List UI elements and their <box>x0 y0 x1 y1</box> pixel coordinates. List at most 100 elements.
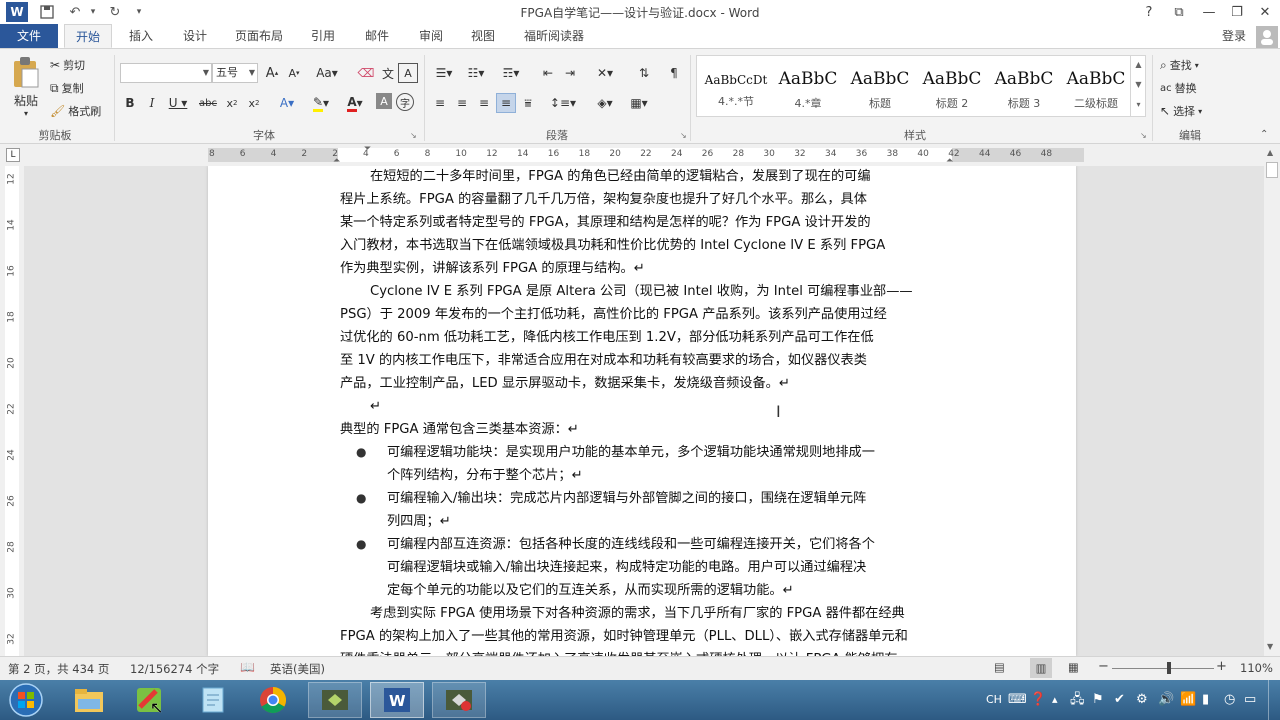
tool-icon[interactable]: ⚙ <box>1136 680 1148 720</box>
superscript-icon[interactable]: x2 <box>244 93 264 113</box>
battery-icon[interactable]: ▮ <box>1202 680 1209 720</box>
cut-button[interactable]: ✂ 剪切 <box>50 57 85 73</box>
style-item[interactable]: AaBbC 标题 2 <box>916 59 988 119</box>
zoom-slider-track[interactable] <box>1112 668 1214 669</box>
app2-icon[interactable] <box>432 682 486 718</box>
char-border-icon[interactable]: A <box>398 63 418 83</box>
style-item[interactable]: AaBbC 二级标题 <box>1060 59 1132 119</box>
zoom-out-button[interactable]: − <box>1098 659 1109 674</box>
styles-scroll[interactable]: ▲ ▼ ▾ <box>1130 55 1146 117</box>
style-item[interactable]: AaBbCcDt 4.*.*节 <box>700 59 772 119</box>
chinese-layout-icon[interactable]: ✕▾ <box>590 63 620 83</box>
numbering-icon[interactable]: ☷▾ <box>462 63 490 83</box>
shrink-font-icon[interactable]: A ▾ <box>284 63 304 83</box>
avatar[interactable] <box>1256 26 1278 48</box>
select-button[interactable]: ↖ 选择 ▾ <box>1160 103 1202 119</box>
tab-review[interactable]: 审阅 <box>408 24 454 48</box>
styles-dialog-launcher-icon[interactable]: ↘ <box>1140 131 1147 140</box>
word-icon[interactable]: W <box>370 682 424 718</box>
ime-indicator[interactable]: CH <box>986 680 1002 720</box>
word-count[interactable]: 12/156274 个字 <box>130 661 219 677</box>
tab-file[interactable]: 文件 <box>0 24 58 48</box>
tab-view[interactable]: 视图 <box>460 24 506 48</box>
clear-format-icon[interactable]: ⌫ <box>356 63 376 83</box>
style-item[interactable]: AaBbC 4.*章 <box>772 59 844 119</box>
document-page[interactable]: 在短短的二十多年时间里，FPGA 的角色已经由简单的逻辑粘合，发展到了现在的可编… <box>208 166 1076 656</box>
chrome-icon[interactable] <box>246 682 300 718</box>
tab-selector-icon[interactable]: L <box>6 148 20 162</box>
read-mode-icon[interactable]: ▤ <box>994 660 1005 674</box>
paste-button[interactable]: 粘贴 ▾ <box>8 55 44 118</box>
zoom-slider-thumb[interactable] <box>1167 662 1171 674</box>
font-size-combo[interactable]: 五号 ▼ <box>212 63 258 83</box>
keyboard-icon[interactable]: ⌨ <box>1008 680 1027 720</box>
collapse-ribbon-icon[interactable]: ⌃ <box>1260 129 1268 140</box>
style-item[interactable]: AaBbC 标题 3 <box>988 59 1060 119</box>
app-icon[interactable] <box>308 682 362 718</box>
scroll-down-icon[interactable]: ▼ <box>1267 642 1273 651</box>
decrease-indent-icon[interactable]: ⇤ <box>538 63 558 83</box>
paint-icon[interactable] <box>122 682 176 718</box>
line-spacing-icon[interactable]: ↕≡▾ <box>548 93 578 113</box>
scrollbar-thumb[interactable] <box>1266 162 1278 178</box>
expand-tray-icon[interactable]: ▴ <box>1052 680 1058 720</box>
scroll-up-icon[interactable]: ▲ <box>1267 148 1273 157</box>
vertical-ruler[interactable]: 12 14 16 18 20 22 24 26 28 30 32 <box>0 166 24 656</box>
vertical-scrollbar[interactable]: ▲ ▼ <box>1264 144 1280 656</box>
strikethrough-icon[interactable]: abc <box>196 93 220 113</box>
change-case-icon[interactable]: Aa▾ <box>312 63 342 83</box>
font-color-icon[interactable]: A ▾ <box>340 93 370 113</box>
paragraph-dialog-launcher-icon[interactable]: ↘ <box>680 131 687 140</box>
enclose-char-icon[interactable]: 字 <box>396 93 414 111</box>
tab-references[interactable]: 引用 <box>300 24 346 48</box>
notepad-icon[interactable] <box>186 682 240 718</box>
action-center-icon[interactable]: ▭ <box>1244 680 1256 720</box>
show-desktop-button[interactable] <box>1268 680 1280 720</box>
wifi-icon[interactable]: 📶 <box>1180 680 1196 720</box>
distributed-icon[interactable]: ⩸ <box>518 93 538 113</box>
page-count[interactable]: 第 2 页，共 434 页 <box>8 661 109 677</box>
bullets-icon[interactable]: ☰▾ <box>430 63 458 83</box>
borders-icon[interactable]: ▦▾ <box>624 93 654 113</box>
security-icon[interactable]: ✔ <box>1114 680 1125 720</box>
minimize-button[interactable]: — <box>1194 0 1224 24</box>
highlight-icon[interactable]: ✎ ▾ <box>306 93 336 113</box>
sort-icon[interactable]: ⇅ <box>634 63 654 83</box>
clock-icon[interactable]: ◷ <box>1224 680 1235 720</box>
tab-foxit-reader[interactable]: 福昕阅读器 <box>514 24 594 48</box>
document-area[interactable]: 在短短的二十多年时间里，FPGA 的角色已经由简单的逻辑粘合，发展到了现在的可编… <box>24 166 1264 656</box>
copy-button[interactable]: ⧉ 复制 <box>50 80 84 96</box>
zoom-in-button[interactable]: + <box>1216 659 1227 674</box>
restore-button[interactable]: ❐ <box>1222 0 1252 24</box>
sign-in-link[interactable]: 登录 <box>1216 24 1252 48</box>
tab-home[interactable]: 开始 <box>64 24 112 48</box>
close-button[interactable]: ✕ <box>1250 0 1280 24</box>
tab-mailings[interactable]: 邮件 <box>354 24 400 48</box>
help-button[interactable]: ? <box>1134 0 1164 24</box>
find-button[interactable]: ⌕ 查找 ▾ <box>1160 57 1199 73</box>
char-shading-icon[interactable]: A <box>376 93 392 109</box>
paste-dropdown-icon[interactable]: ▾ <box>8 109 44 118</box>
increase-indent-icon[interactable]: ⇥ <box>560 63 580 83</box>
tab-page-layout[interactable]: 页面布局 <box>226 24 292 48</box>
help-tray-icon[interactable]: ❓ <box>1030 680 1046 720</box>
proofing-icon[interactable]: 📖 <box>240 660 255 674</box>
show-marks-icon[interactable]: ¶ <box>664 63 684 83</box>
format-painter-button[interactable]: 🖌 格式刷 <box>50 103 101 119</box>
italic-icon[interactable]: I <box>142 93 162 113</box>
subscript-icon[interactable]: x2 <box>222 93 242 113</box>
start-icon[interactable] <box>0 682 52 718</box>
zoom-level[interactable]: 110% <box>1240 661 1273 675</box>
horizontal-ruler[interactable]: L 8 6 4 2 2 4 6 8 10 12 14 16 18 20 22 24 26 28 30 32 34 36 38… <box>0 144 1280 166</box>
bold-icon[interactable]: B <box>120 93 140 113</box>
underline-icon[interactable]: U ▾ <box>164 93 192 113</box>
language-indicator[interactable]: 英语(美国) <box>270 661 325 677</box>
ribbon-display-button[interactable]: ⧉ <box>1164 0 1194 24</box>
align-right-icon[interactable]: ≡ <box>474 93 494 113</box>
network-icon[interactable]: 🖧 <box>1070 680 1085 720</box>
justify-icon[interactable]: ≡ <box>496 93 516 113</box>
multilevel-list-icon[interactable]: ☶▾ <box>496 63 526 83</box>
flag-icon[interactable]: ⚑ <box>1092 680 1104 720</box>
grow-font-icon[interactable]: A ▴ <box>262 63 282 83</box>
font-name-combo[interactable]: ▼ <box>120 63 212 83</box>
